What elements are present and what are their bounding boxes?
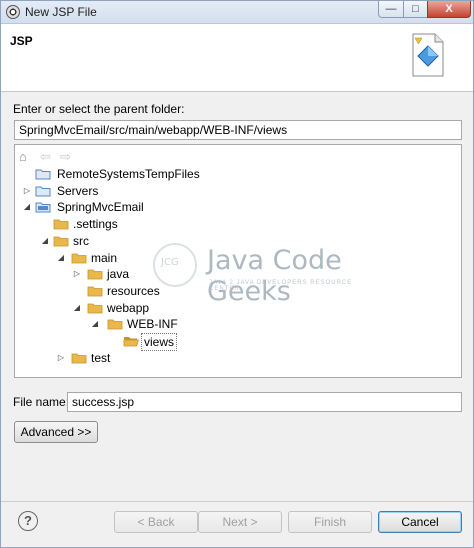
window-title: New JSP File [25,5,97,19]
file-name-input[interactable]: success.jsp [67,392,462,412]
forward-arrow-icon[interactable]: ⇨ [60,149,71,165]
folder-icon [71,353,87,364]
cancel-button[interactable]: Cancel [378,511,462,533]
parent-folder-label: Enter or select the parent folder: [13,102,185,116]
folder-icon [107,319,123,330]
tree-node-label: .settings [73,217,118,232]
folder-icon [35,186,51,197]
tree-node-remotesystemstempfiles[interactable]: RemoteSystemsTempFiles [15,166,455,182]
project-folder-icon [35,202,51,213]
tree-node-java[interactable]: ▷ java [15,266,455,282]
tree-node-webapp[interactable]: ◢ webapp [15,300,455,316]
minimize-button[interactable]: — [378,1,404,18]
tree-node-views[interactable]: views [15,333,455,351]
folder-icon [53,219,69,230]
tree-toolbar: ⌂ ⇦ ⇨ [15,145,461,167]
folder-icon [71,253,87,263]
close-button[interactable]: X [427,1,471,18]
tree-node-servers[interactable]: ▷ Servers [15,183,455,199]
collapse-arrow-icon[interactable]: ◢ [22,199,32,215]
jsp-wizard-icon [412,33,444,77]
tree-node-web-inf[interactable]: ◢ WEB-INF [15,316,455,332]
tree-node-main[interactable]: ◢ main [15,250,455,266]
tree-node-label: resources [107,283,160,298]
collapse-arrow-icon[interactable]: ◢ [40,233,50,249]
open-folder-icon [123,337,139,347]
next-button[interactable]: Next > [198,511,282,533]
tree-node-src[interactable]: ◢ src [15,233,455,249]
file-name-label: File name: [13,395,70,409]
folder-icon [87,269,103,280]
tree-node-label: views [141,333,178,351]
collapse-arrow-icon[interactable]: ◢ [90,316,100,332]
button-bar-separator [1,501,473,502]
title-bar[interactable]: New JSP File — □ X [1,1,473,24]
expand-arrow-icon[interactable]: ▷ [72,266,82,282]
tree-node-test[interactable]: ▷ test [15,350,455,366]
tree-node-label: test [91,350,111,365]
tree-node-label: webapp [107,300,150,315]
finish-button[interactable]: Finish [288,511,372,533]
wizard-header: JSP [1,24,473,92]
tree-node-label: Servers [57,183,99,198]
folder-icon [87,303,103,313]
folder-icon [87,286,103,297]
parent-folder-input[interactable]: SpringMvcEmail/src/main/webapp/WEB-INF/v… [14,120,462,140]
advanced-button[interactable]: Advanced >> [14,421,98,443]
eclipse-icon [6,5,20,19]
home-icon[interactable]: ⌂ [19,149,27,164]
wizard-title: JSP [10,34,33,48]
folder-icon [53,236,69,247]
tree-node-label: java [107,267,130,282]
help-icon[interactable]: ? [18,511,38,531]
maximize-button[interactable]: □ [403,1,428,18]
expand-arrow-icon[interactable]: ▷ [22,183,32,199]
tree-node-label: RemoteSystemsTempFiles [57,167,200,181]
collapse-arrow-icon[interactable]: ◢ [72,300,82,316]
tree-node-label: SpringMvcEmail [57,200,144,215]
tree-node-label: WEB-INF [127,317,178,332]
collapse-arrow-icon[interactable]: ◢ [56,250,66,266]
tree-node-label: main [91,250,118,265]
tree-node-settings[interactable]: .settings [15,216,455,232]
back-arrow-icon[interactable]: ⇦ [40,149,51,165]
back-button[interactable]: < Back [114,511,198,533]
new-jsp-file-dialog: New JSP File — □ X JSP Enter or select t… [0,0,474,548]
tree-node-label: src [73,233,89,248]
folder-icon [35,169,51,180]
expand-arrow-icon[interactable]: ▷ [56,350,66,366]
folder-tree[interactable]: ⌂ ⇦ ⇨ RemoteSystemsTempFiles ▷ Servers ◢ Spr… [14,144,462,378]
tree-node-resources[interactable]: resources [15,283,455,299]
tree-node-springmvcemail[interactable]: ◢ SpringMvcEmail [15,199,455,215]
